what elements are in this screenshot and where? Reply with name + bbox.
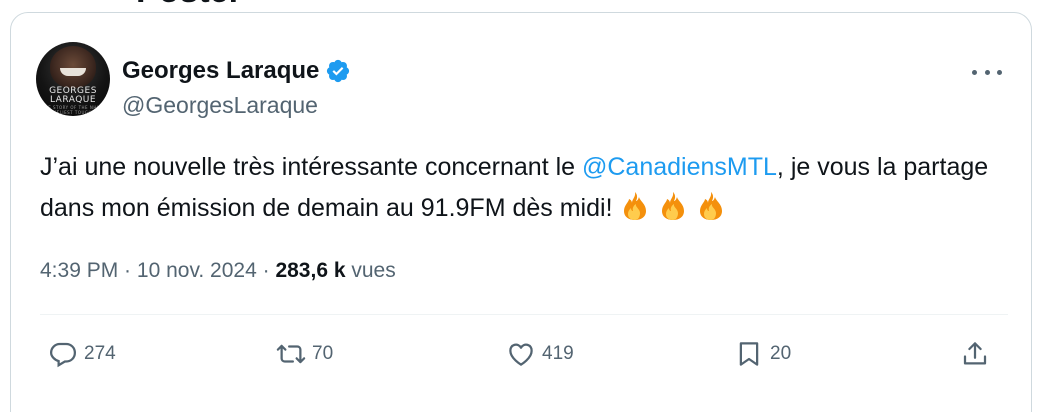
avatar[interactable]: GEORGES LARAQUE THE STORY OF THE NHL'S U… [36,42,110,116]
dot [984,69,990,75]
author-name-row: Georges Laraque [122,56,351,86]
reply-button[interactable]: 274 [48,334,116,374]
tweet-date[interactable]: 10 nov. 2024 [137,259,257,282]
reply-count: 274 [84,343,116,364]
retweet-icon [276,344,306,364]
bookmark-count: 20 [770,343,792,364]
meta-separator: · [118,259,137,282]
tweet-text-part1: J’ai une nouvelle très intéressante conc… [40,153,582,181]
meta-separator: · [256,259,276,282]
author-handle[interactable]: @GeorgesLaraque [122,90,318,120]
fire-emoji-icon [624,192,647,220]
truncated-heading: Poster [136,0,242,8]
action-bar: 274 70 419 20 [40,334,1000,374]
share-icon [963,342,987,365]
top-strip: Poster [0,0,1044,12]
views-label[interactable]: vues [351,259,395,282]
like-button[interactable]: 419 [506,334,574,374]
heart-icon [509,343,533,366]
tweet-text: J’ai une nouvelle très intéressante conc… [40,147,1010,229]
like-count: 419 [542,343,574,364]
avatar-book-title-line2: LARAQUE [49,95,97,105]
verified-badge-icon[interactable] [325,58,351,84]
retweet-button[interactable]: 70 [276,334,333,374]
fire-emoji-icon [700,192,723,220]
dot [997,69,1002,75]
author-display-name[interactable]: Georges Laraque [122,56,319,86]
divider [40,314,1008,315]
tweet-meta: 4:39 PM · 10 nov. 2024 · 283,6 k vues [40,256,396,286]
fire-emoji-icon [662,192,685,220]
retweet-count: 70 [312,343,334,364]
avatar-smile [60,68,86,76]
tweet-time[interactable]: 4:39 PM [40,259,118,282]
avatar-face [50,46,96,88]
dot [972,69,977,75]
avatar-book-subtitle: THE STORY OF THE NHL'S UNLIKELIEST TOUGH… [41,105,105,115]
reply-icon [49,342,77,368]
mention-link[interactable]: @CanadiensMTL [582,153,777,181]
bookmark-icon [739,342,759,366]
share-button[interactable] [960,334,990,374]
views-count[interactable]: 283,6 k [275,259,345,282]
more-options-icon[interactable] [972,62,1002,82]
bookmark-button[interactable]: 20 [734,334,791,374]
